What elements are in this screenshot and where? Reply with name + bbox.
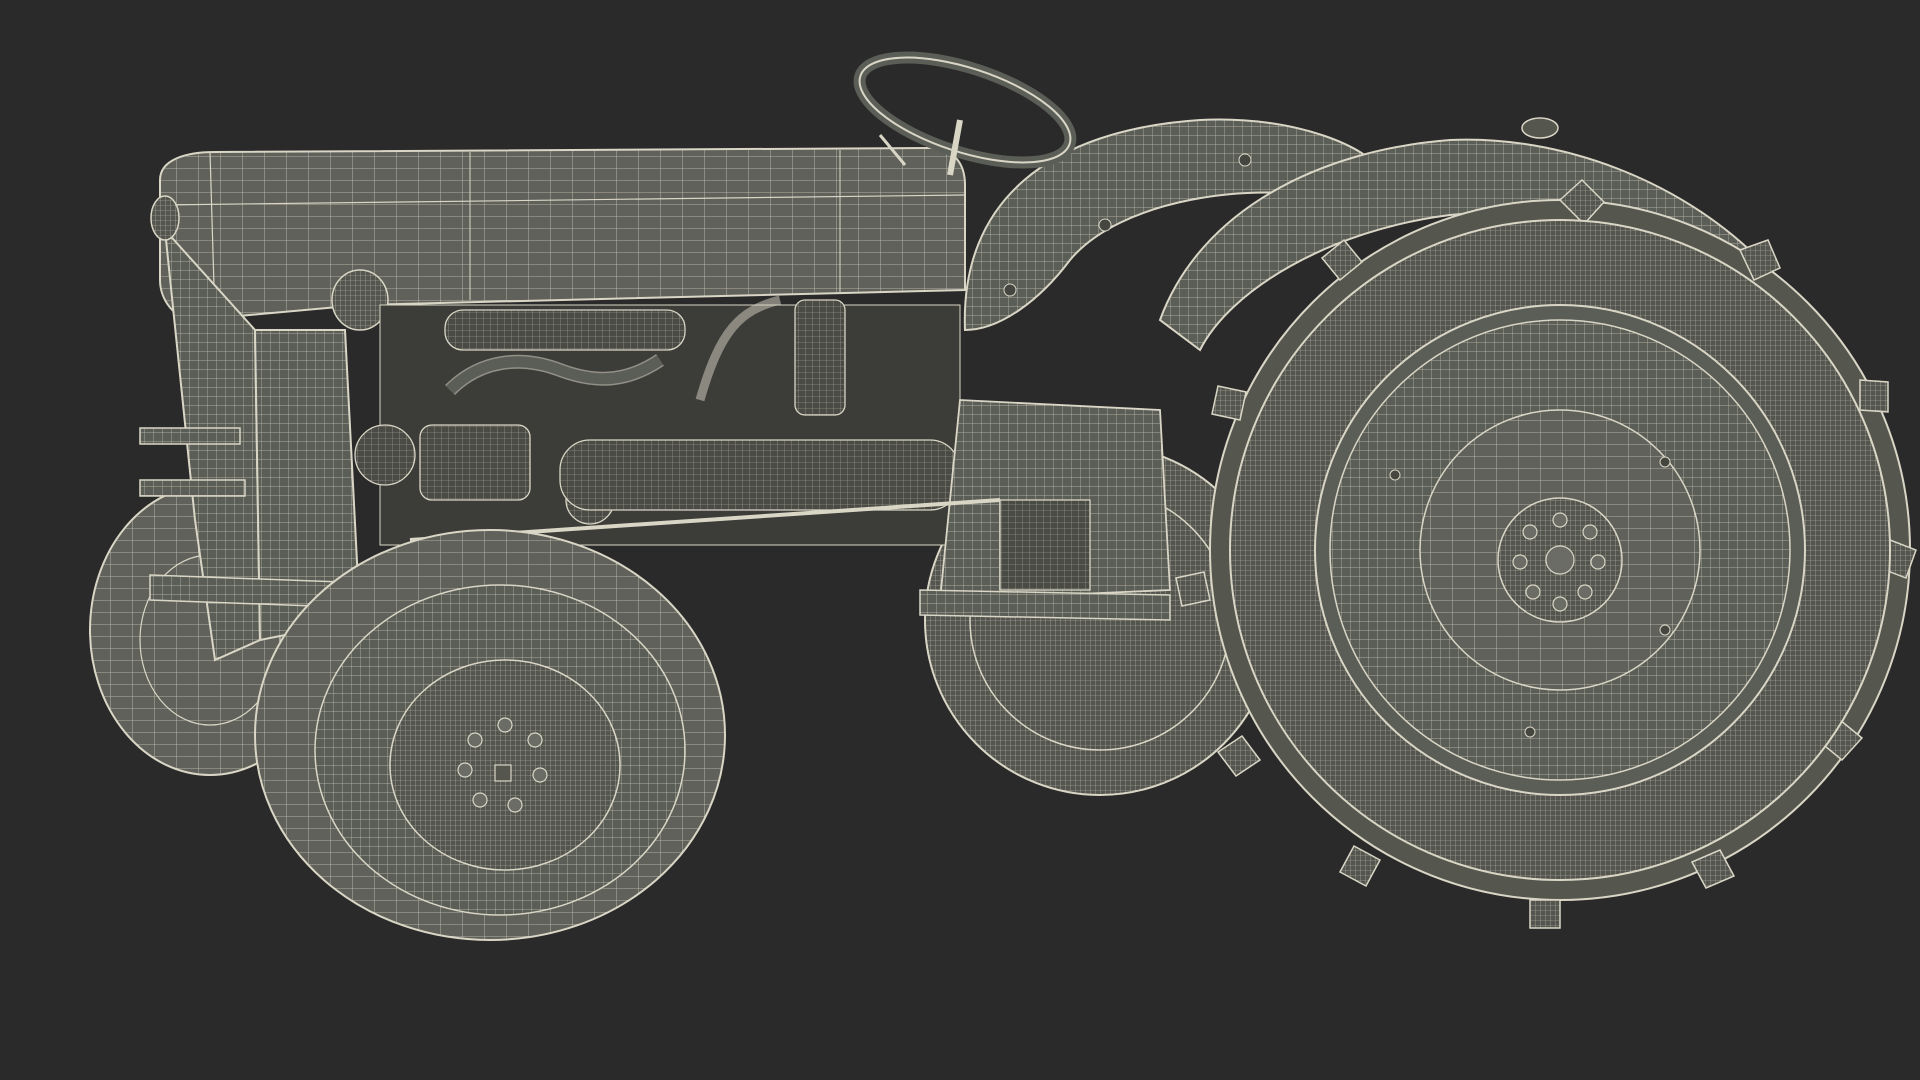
front-near-wheel [254, 529, 726, 941]
rear-near-wheel [1175, 178, 1917, 929]
tractor-hood [159, 146, 966, 322]
tractor-render [89, 51, 1917, 941]
render-viewport [0, 0, 1920, 1080]
